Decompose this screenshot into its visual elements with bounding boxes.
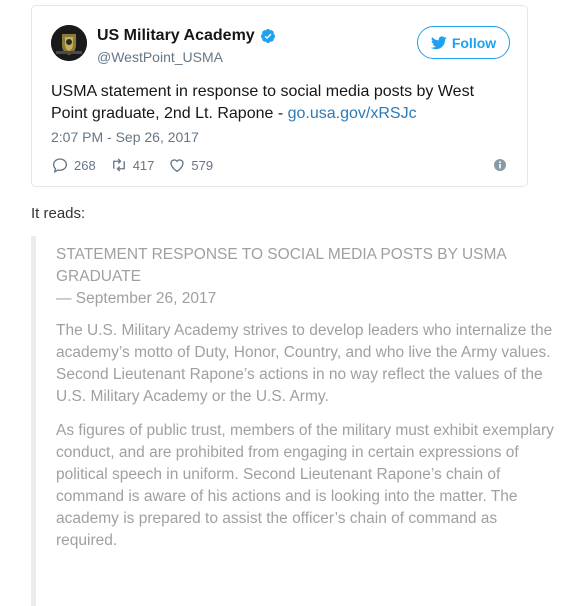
heart-icon (170, 159, 185, 173)
statement-blockquote: STATEMENT RESPONSE TO SOCIAL MEDIA POSTS… (31, 236, 581, 606)
twitter-bird-icon (430, 35, 447, 49)
tweet-timestamp[interactable]: 2:07 PM - Sep 26, 2017 (51, 129, 199, 145)
follow-button[interactable]: Follow (417, 26, 510, 59)
like-action[interactable]: 579 (168, 156, 213, 174)
intro-text: It reads: (31, 205, 86, 222)
statement-paragraph: As figures of public trust, members of t… (56, 422, 554, 549)
reply-action[interactable]: 268 (51, 156, 96, 174)
account-name[interactable]: US Military Academy (97, 27, 255, 45)
account-handle[interactable]: @WestPoint_USMA (97, 49, 223, 65)
academy-crest-icon (51, 25, 87, 61)
retweet-icon (112, 158, 125, 172)
statement-title: STATEMENT RESPONSE TO SOCIAL MEDIA POSTS… (56, 246, 506, 285)
follow-label: Follow (451, 34, 497, 51)
verified-badge-icon (260, 29, 275, 43)
avatar[interactable] (51, 25, 87, 61)
like-count: 579 (191, 157, 214, 173)
tweet-text: USMA statement in response to social med… (51, 81, 511, 125)
tweet-link[interactable]: go.usa.gov/xRSJc (288, 105, 417, 122)
tweet-actions: 268 417 579 (51, 156, 227, 174)
embedded-tweet: US Military Academy @WestPoint_USMA Foll… (31, 5, 528, 187)
retweet-action[interactable]: 417 (110, 156, 155, 174)
info-icon[interactable] (494, 159, 506, 171)
reply-icon (52, 158, 68, 174)
statement-paragraph: The U.S. Military Academy strives to dev… (56, 322, 553, 405)
statement-date: — September 26, 2017 (56, 290, 217, 307)
reply-count: 268 (74, 157, 96, 173)
retweet-count: 417 (132, 157, 155, 173)
